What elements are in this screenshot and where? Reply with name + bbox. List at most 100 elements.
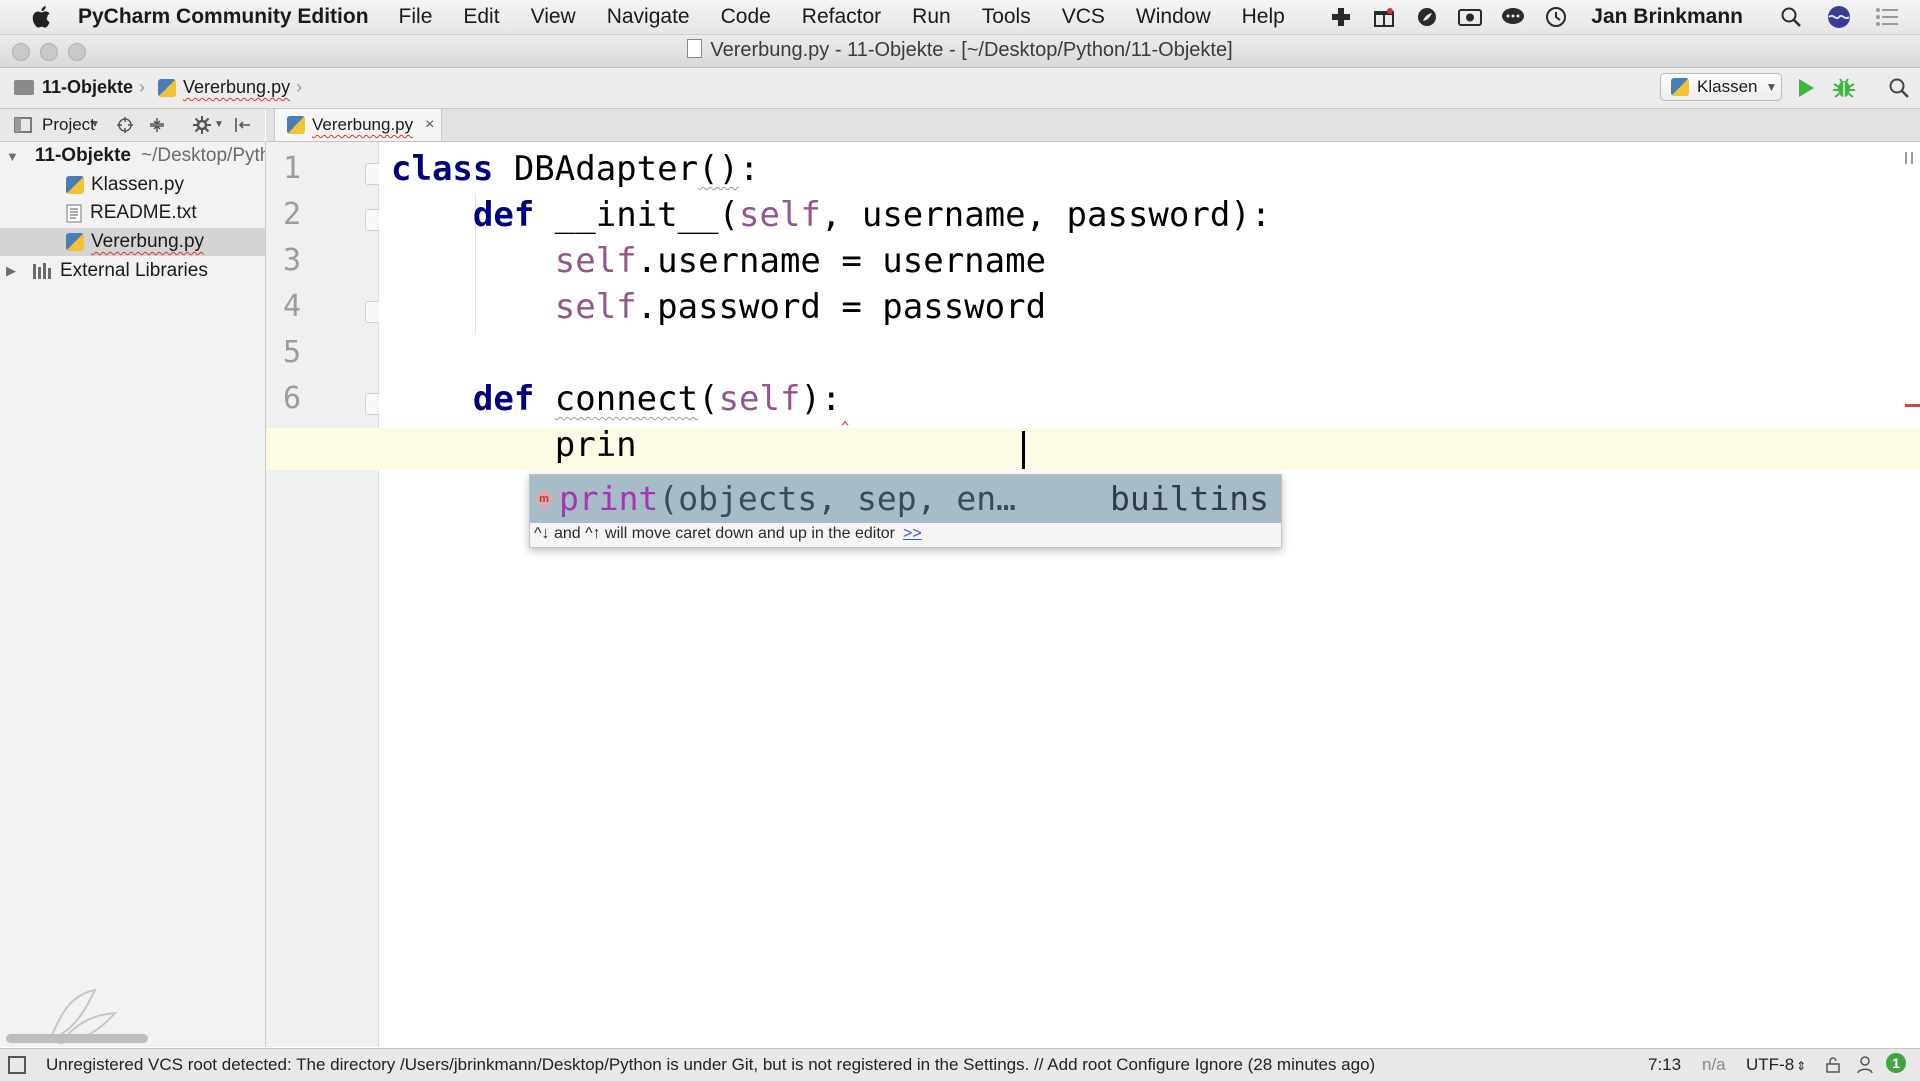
breadcrumb-folder[interactable]: 11-Objekte › xyxy=(14,77,145,98)
run-configuration-label: Klassen xyxy=(1697,77,1758,96)
hide-panel-icon[interactable] xyxy=(234,116,252,134)
menu-refactor[interactable]: Refactor xyxy=(802,5,881,29)
tree-item-label: Klassen.py xyxy=(91,174,184,195)
spotlight-search-icon[interactable] xyxy=(1778,5,1804,29)
app-name[interactable]: PyCharm Community Edition xyxy=(78,5,369,29)
run-configuration-select[interactable]: Klassen ▼ xyxy=(1660,73,1782,101)
status-bar: Unregistered VCS root detected: The dire… xyxy=(0,1048,1920,1081)
python-file-icon xyxy=(66,176,84,194)
caret-position[interactable]: 7:13 xyxy=(1648,1055,1681,1075)
line-separator[interactable]: n/a xyxy=(1702,1055,1726,1075)
inspection-status-icon[interactable] xyxy=(1905,152,1913,164)
tree-item-vererbung[interactable]: Vererbung.py xyxy=(0,228,265,256)
tree-root-node[interactable]: ▼ 11-Objekte ~/Desktop/Python/11-Objekte xyxy=(0,142,265,170)
code-line-2: def __init__(self, username, password): xyxy=(472,195,1272,235)
chat-icon[interactable] xyxy=(1500,5,1526,29)
code-line-1: class DBAdapter(): xyxy=(391,149,760,189)
code-editor[interactable]: class DBAdapter(): def __init__(self, us… xyxy=(266,142,1920,1047)
line-number: 3 xyxy=(282,243,302,278)
editor-tab-vererbung[interactable]: Vererbung.py × xyxy=(274,109,442,141)
plus-icon[interactable] xyxy=(1328,5,1354,29)
camera-icon[interactable] xyxy=(1457,5,1483,29)
gift-icon[interactable] xyxy=(1371,5,1397,29)
breadcrumb-file[interactable]: Vererbung.py › xyxy=(158,77,302,98)
python-file-icon xyxy=(1671,78,1689,96)
line-number: 5 xyxy=(282,335,302,370)
line-number: 2 xyxy=(282,197,302,232)
error-stripe-marker[interactable] xyxy=(1905,404,1920,407)
siri-icon[interactable] xyxy=(1826,5,1852,29)
completion-hint-link[interactable]: >> xyxy=(903,525,922,542)
notification-center-icon[interactable] xyxy=(1874,5,1900,29)
time-machine-icon[interactable] xyxy=(1543,5,1569,29)
menu-tools[interactable]: Tools xyxy=(982,5,1031,29)
user-name[interactable]: Jan Brinkmann xyxy=(1591,5,1743,29)
lock-icon[interactable] xyxy=(1826,1057,1840,1073)
project-tree-scrollbar[interactable] xyxy=(6,1034,148,1043)
window-title-text: Vererbung.py - 11-Objekte - [~/Desktop/P… xyxy=(710,39,1233,61)
breadcrumb-file-label: Vererbung.py xyxy=(183,77,291,97)
menu-bar-extras: Jan Brinkmann xyxy=(1311,0,1920,34)
tree-item-external-libraries[interactable]: ▶ External Libraries xyxy=(0,257,265,285)
completion-hint-text: ^↓ and ^↑ will move caret down and up in… xyxy=(534,525,895,542)
collapse-all-icon[interactable] xyxy=(148,116,166,134)
menu-run[interactable]: Run xyxy=(912,5,951,29)
close-tab-icon[interactable]: × xyxy=(425,116,434,134)
project-view-select[interactable]: Project xyxy=(42,115,95,135)
file-icon xyxy=(687,39,703,58)
method-icon: m xyxy=(536,491,552,507)
menu-view[interactable]: View xyxy=(531,5,576,29)
project-view-icon xyxy=(14,117,32,133)
menu-vcs[interactable]: VCS xyxy=(1062,5,1105,29)
line-number: 4 xyxy=(282,289,302,324)
menu-help[interactable]: Help xyxy=(1242,5,1285,29)
window-title: Vererbung.py - 11-Objekte - [~/Desktop/P… xyxy=(0,39,1920,62)
tool-windows-icon[interactable] xyxy=(8,1056,26,1074)
python-file-icon xyxy=(158,78,176,97)
code-line-3: self.username = username xyxy=(554,241,1047,281)
completion-signature: (objects, sep, en… xyxy=(658,479,1016,518)
project-toolbar: Project ▼ ▼ xyxy=(0,109,265,142)
apple-icon[interactable] xyxy=(28,3,56,31)
line-number: 6 xyxy=(282,381,302,416)
editor-tab-label: Vererbung.py xyxy=(312,115,414,134)
completion-item-print[interactable]: m print(objects, sep, en… builtins xyxy=(530,475,1281,523)
library-icon xyxy=(33,263,51,279)
menu-window[interactable]: Window xyxy=(1136,5,1211,29)
triangle-right-icon[interactable]: ▶ xyxy=(6,263,24,279)
search-everywhere-icon[interactable] xyxy=(1888,77,1910,99)
text-caret xyxy=(1022,431,1025,469)
python-file-icon xyxy=(66,233,84,251)
tree-root-name: 11-Objekte xyxy=(34,145,131,166)
folder-icon xyxy=(14,80,34,95)
menu-navigate[interactable]: Navigate xyxy=(607,5,690,29)
breadcrumb-folder-label: 11-Objekte xyxy=(42,77,134,97)
triangle-down-icon[interactable]: ▼ xyxy=(6,149,19,164)
debug-icon[interactable] xyxy=(1832,76,1856,100)
code-line-6: def connect(self):‸ xyxy=(472,379,849,426)
event-log-badge[interactable]: 1 xyxy=(1886,1053,1906,1073)
chevron-right-icon: › xyxy=(296,77,303,97)
inspector-icon[interactable] xyxy=(1856,1055,1874,1075)
line-number: 1 xyxy=(282,151,302,186)
tree-root-path: ~/Desktop/Python/11-Objekte xyxy=(140,145,265,166)
typed-text: prin xyxy=(554,425,637,465)
status-message[interactable]: Unregistered VCS root detected: The dire… xyxy=(46,1055,1375,1075)
code-line-4: self.password = password xyxy=(554,287,1047,327)
menu-file[interactable]: File xyxy=(399,5,433,29)
window-title-bar: Vererbung.py - 11-Objekte - [~/Desktop/P… xyxy=(0,35,1920,68)
gear-icon[interactable] xyxy=(192,115,212,135)
leaf-icon[interactable] xyxy=(1414,5,1440,29)
locate-file-icon[interactable] xyxy=(116,116,134,134)
tree-item-label: External Libraries xyxy=(60,260,208,281)
run-icon[interactable] xyxy=(1796,77,1816,99)
chevron-up-down-icon: ⇕ xyxy=(1796,1059,1807,1073)
code-completion-popup: m print(objects, sep, en… builtins ^↓ an… xyxy=(529,474,1282,548)
tree-item-klassen[interactable]: Klassen.py xyxy=(0,171,265,199)
tree-item-readme[interactable]: README.txt xyxy=(0,199,265,227)
menu-code[interactable]: Code xyxy=(721,5,771,29)
tree-item-label: Vererbung.py xyxy=(91,231,205,252)
file-encoding[interactable]: UTF-8 ⇕ xyxy=(1746,1055,1806,1075)
completion-hint: ^↓ and ^↑ will move caret down and up in… xyxy=(534,525,922,543)
menu-edit[interactable]: Edit xyxy=(463,5,499,29)
